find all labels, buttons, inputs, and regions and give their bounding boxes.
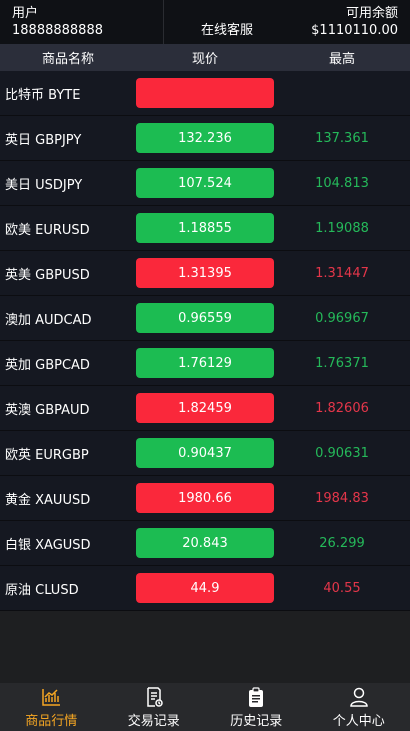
product-name: 英澳 GBPAUD: [5, 402, 90, 418]
product-name: 原油 CLUSD: [5, 582, 79, 598]
table-row[interactable]: 白银 XAGUSD 20.843 26.299: [0, 521, 410, 566]
column-name: 商品名称: [41, 52, 94, 67]
user-label: 用户: [12, 6, 39, 21]
product-name: 比特币 BYTE: [5, 87, 81, 103]
table-row[interactable]: 英日 GBPJPY 132.236 137.361: [0, 116, 410, 161]
high-price: 137.361: [315, 130, 369, 146]
market-list: 比特币 BYTE 英日 GBPJPY 132.236 137.361 美日 US…: [0, 71, 410, 611]
tab-label: 历史记录: [230, 713, 283, 729]
bottom-tab-bar: 商品行情 交易记录 历史记录 个人中心: [0, 683, 410, 731]
table-row[interactable]: 美日 USDJPY 107.524 104.813: [0, 161, 410, 206]
table-row[interactable]: 比特币 BYTE: [0, 71, 410, 116]
product-name: 美日 USDJPY: [5, 177, 83, 193]
high-price: 1.82606: [315, 400, 369, 416]
tab-profile[interactable]: 个人中心: [308, 683, 410, 731]
user-info: 用户 18888888888: [0, 0, 164, 44]
tab-history[interactable]: 历史记录: [205, 683, 308, 731]
high-price: 1.31447: [315, 265, 369, 281]
table-row[interactable]: 欧英 EURGBP 0.90437 0.90631: [0, 431, 410, 476]
high-price: 0.90631: [315, 445, 369, 461]
current-price[interactable]: 44.9: [136, 573, 274, 603]
tab-label: 交易记录: [127, 713, 180, 729]
table-row[interactable]: 英澳 GBPAUD 1.82459 1.82606: [0, 386, 410, 431]
table-row[interactable]: 黄金 XAUUSD 1980.66 1984.83: [0, 476, 410, 521]
high-price: 104.813: [315, 175, 369, 191]
high-price: 1.19088: [315, 220, 369, 236]
product-name: 澳加 AUDCAD: [5, 312, 92, 328]
online-service-link[interactable]: 在线客服: [164, 0, 290, 44]
chart-icon: [42, 688, 61, 706]
table-row[interactable]: 欧美 EURUSD 1.18855 1.19088: [0, 206, 410, 251]
current-price[interactable]: 107.524: [136, 168, 274, 198]
balance-value: $1110110.00: [311, 23, 398, 38]
product-name: 欧英 EURGBP: [5, 447, 89, 463]
user-phone: 18888888888: [12, 23, 103, 38]
product-name: 英美 GBPUSD: [5, 267, 90, 283]
product-name: 黄金 XAUUSD: [5, 492, 91, 508]
tab-trade-records[interactable]: 交易记录: [103, 683, 206, 731]
product-name: 欧美 EURUSD: [5, 222, 90, 238]
current-price[interactable]: 1.18855: [136, 213, 274, 243]
current-price[interactable]: 0.96559: [136, 303, 274, 333]
product-name: 白银 XAGUSD: [5, 537, 91, 553]
product-name: 英日 GBPJPY: [5, 132, 82, 148]
high-price: 1984.83: [315, 490, 369, 506]
column-header: 商品名称 现价 最高: [0, 44, 410, 71]
tab-label: 个人中心: [332, 713, 385, 729]
tab-label: 商品行情: [25, 713, 78, 729]
current-price[interactable]: 1.76129: [136, 348, 274, 378]
current-price[interactable]: 0.90437: [136, 438, 274, 468]
high-price: 0.96967: [315, 310, 369, 326]
column-high: 最高: [328, 52, 355, 67]
document-icon: [147, 686, 163, 707]
table-row[interactable]: 澳加 AUDCAD 0.96559 0.96967: [0, 296, 410, 341]
top-info-bar: 用户 18888888888 在线客服 可用余额 $1110110.00: [0, 0, 410, 44]
clipboard-icon: [249, 686, 264, 707]
current-price[interactable]: [136, 78, 274, 108]
high-price: 1.76371: [315, 355, 369, 371]
current-price[interactable]: 1.82459: [136, 393, 274, 423]
column-price: 现价: [191, 52, 218, 67]
current-price[interactable]: 1.31395: [136, 258, 274, 288]
balance-info: 可用余额 $1110110.00: [290, 0, 410, 44]
user-icon: [349, 687, 368, 707]
balance-label: 可用余额: [345, 6, 398, 21]
table-row[interactable]: 原油 CLUSD 44.9 40.55: [0, 566, 410, 611]
tab-market[interactable]: 商品行情: [0, 683, 103, 731]
high-price: 26.299: [319, 535, 365, 551]
table-row[interactable]: 英加 GBPCAD 1.76129 1.76371: [0, 341, 410, 386]
current-price[interactable]: 1980.66: [136, 483, 274, 513]
current-price[interactable]: 132.236: [136, 123, 274, 153]
high-price: 40.55: [323, 580, 361, 596]
current-price[interactable]: 20.843: [136, 528, 274, 558]
table-row[interactable]: 英美 GBPUSD 1.31395 1.31447: [0, 251, 410, 296]
product-name: 英加 GBPCAD: [5, 357, 90, 373]
